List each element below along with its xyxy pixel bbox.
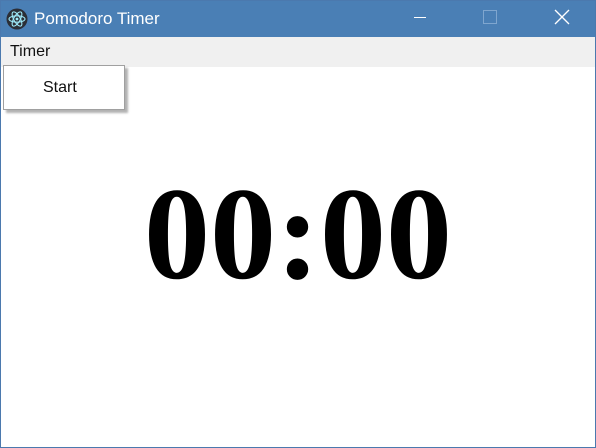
minimize-icon: [414, 10, 426, 28]
maximize-button: [467, 1, 513, 37]
window-title: Pomodoro Timer: [34, 9, 160, 28]
app-window: Pomodoro Timer Timer 00:00 Start: [0, 0, 596, 448]
close-icon: [554, 9, 570, 30]
close-button[interactable]: [539, 1, 585, 37]
timer-display: 00:00: [144, 160, 452, 307]
maximize-icon: [483, 9, 497, 29]
menu-item-start[interactable]: Start: [4, 66, 124, 109]
title-bar[interactable]: Pomodoro Timer: [1, 1, 595, 37]
menu-bar: Timer: [1, 37, 595, 67]
menu-item-start-label: Start: [43, 79, 77, 96]
menu-timer[interactable]: Timer: [10, 43, 50, 61]
timer-dropdown-menu: Start: [3, 65, 125, 110]
electron-atom-icon: [6, 8, 28, 30]
minimize-button[interactable]: [397, 1, 443, 37]
